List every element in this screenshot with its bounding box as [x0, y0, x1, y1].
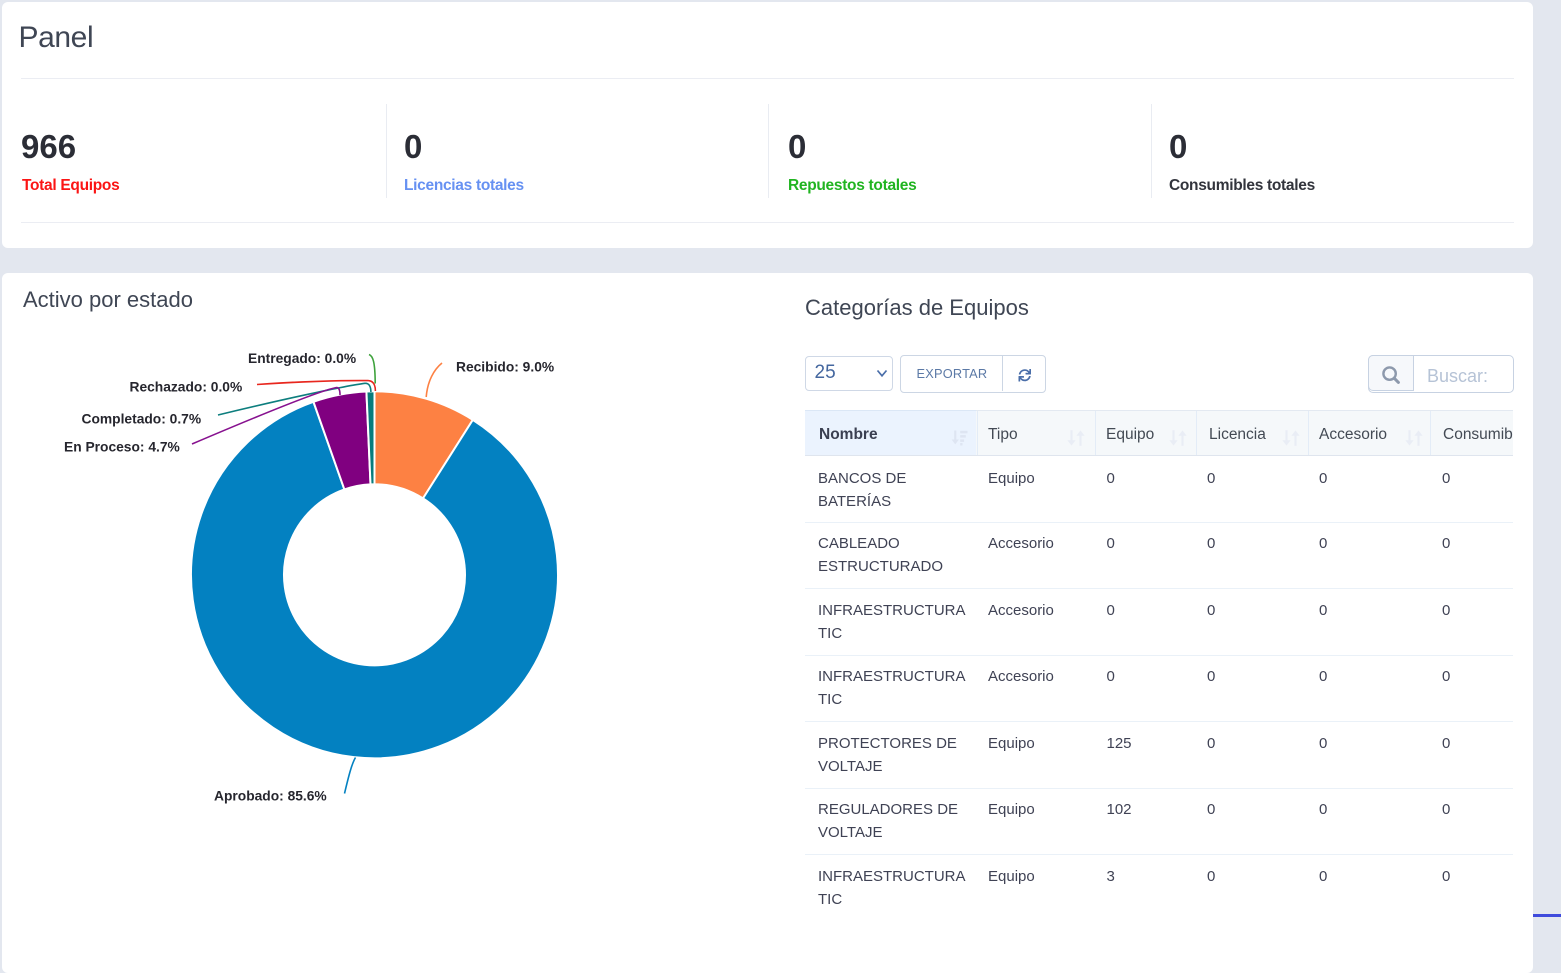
svg-text:Rechazado: 0.0%: Rechazado: 0.0%: [130, 380, 243, 395]
svg-text:Entregado: 0.0%: Entregado: 0.0%: [248, 351, 356, 366]
svg-text:Completado: 0.7%: Completado: 0.7%: [82, 412, 202, 427]
svg-text:Aprobado: 85.6%: Aprobado: 85.6%: [214, 789, 327, 804]
svg-text:Recibido: 9.0%: Recibido: 9.0%: [456, 360, 554, 375]
svg-text:En Proceso: 4.7%: En Proceso: 4.7%: [64, 440, 180, 455]
